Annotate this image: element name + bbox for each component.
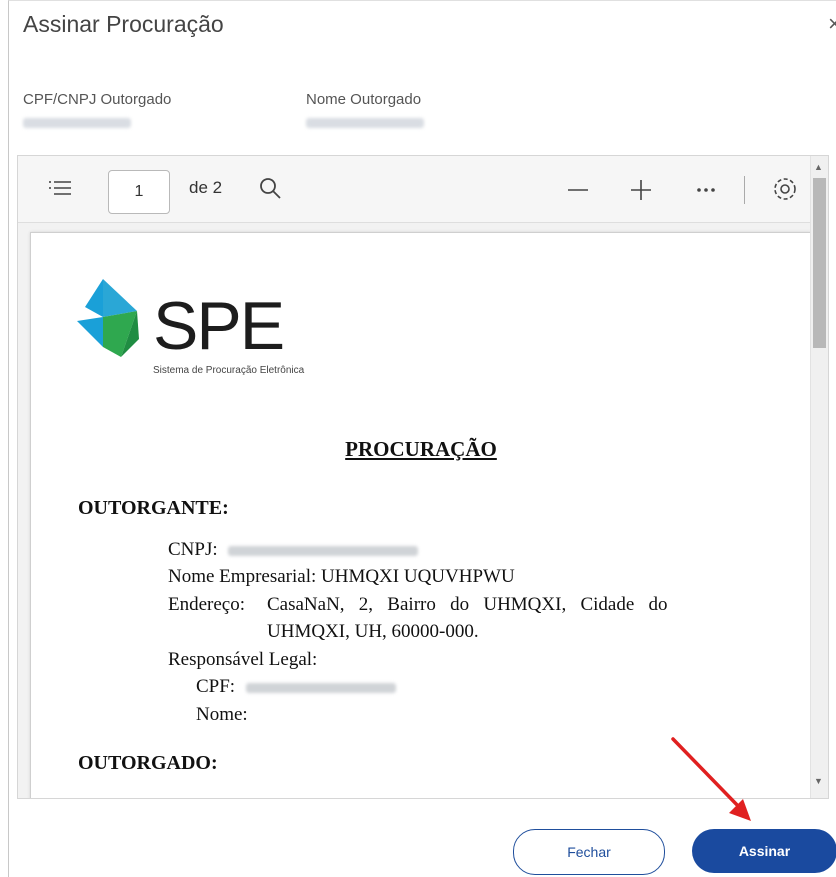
spe-logo-icon (77, 279, 139, 357)
dialog-title: Assinar Procuração (23, 11, 224, 37)
page-number-input[interactable]: 1 (108, 170, 170, 214)
outorgante-heading: OUTORGANTE: (78, 497, 229, 519)
cnpj-value-redacted (228, 545, 419, 556)
endereco-line-2: UHMQXI, UH, 60000-000. (267, 621, 479, 642)
pdf-viewer: 1 de 2 SPE Sistema de Procuração Eletrôn… (17, 155, 829, 799)
outorgado-heading: OUTORGADO: (78, 752, 218, 774)
more-icon[interactable] (694, 178, 718, 207)
cnpj-label: CNPJ: (168, 539, 218, 560)
responsavel-cpf-value-redacted (245, 682, 396, 693)
endereco-line-1: CasaNaN, 2, Bairro do UHMQXI, Cidade do (267, 594, 668, 615)
cpf-cnpj-outorgado-value-redacted (23, 118, 131, 128)
zoom-in-icon[interactable] (629, 178, 653, 207)
responsavel-nome-line: Nome: (196, 704, 248, 725)
scroll-thumb[interactable] (813, 178, 826, 348)
responsavel-cpf-label: CPF: (196, 676, 236, 697)
cpf-cnpj-outorgado-label: CPF/CNPJ Outorgado (23, 91, 172, 108)
logo-subtitle: Sistema de Procuração Eletrônica (153, 365, 305, 376)
nome-outorgado-value-redacted (306, 118, 424, 128)
scroll-up-arrow-icon[interactable]: ▲ (814, 162, 823, 172)
fechar-button[interactable]: Fechar (513, 829, 665, 875)
nome-empresarial-line: Nome Empresarial: UHMQXI UQUVHPWU (168, 566, 515, 587)
scroll-down-arrow-icon[interactable]: ▼ (814, 776, 823, 786)
toolbar-divider (744, 176, 745, 204)
page-total-text: de 2 (189, 178, 223, 197)
pdf-toolbar: 1 de 2 (18, 156, 828, 223)
nome-outorgado-label: Nome Outorgado (306, 91, 422, 108)
document-title: PROCURAÇÃO (345, 437, 497, 461)
search-icon[interactable] (258, 176, 282, 205)
responsavel-cpf-line: CPF: (196, 676, 396, 698)
cnpj-line: CNPJ: (168, 539, 419, 561)
responsavel-legal-line: Responsável Legal: (168, 649, 318, 670)
list-icon[interactable] (48, 178, 72, 203)
annotation-arrow-icon (671, 737, 751, 821)
settings-icon[interactable] (770, 174, 800, 209)
sign-power-of-attorney-dialog: Assinar Procuração × CPF/CNPJ Outorgado … (8, 0, 836, 877)
logo-text: SPE (153, 288, 285, 364)
endereco-label: Endereço: (168, 594, 246, 615)
scrollbar[interactable]: ▲ ▼ (810, 156, 828, 798)
zoom-out-icon[interactable] (566, 178, 590, 207)
pdf-page: SPE Sistema de Procuração Eletrônica PRO… (30, 232, 812, 798)
close-icon[interactable]: × (828, 11, 836, 37)
assinar-button[interactable]: Assinar (692, 829, 836, 873)
